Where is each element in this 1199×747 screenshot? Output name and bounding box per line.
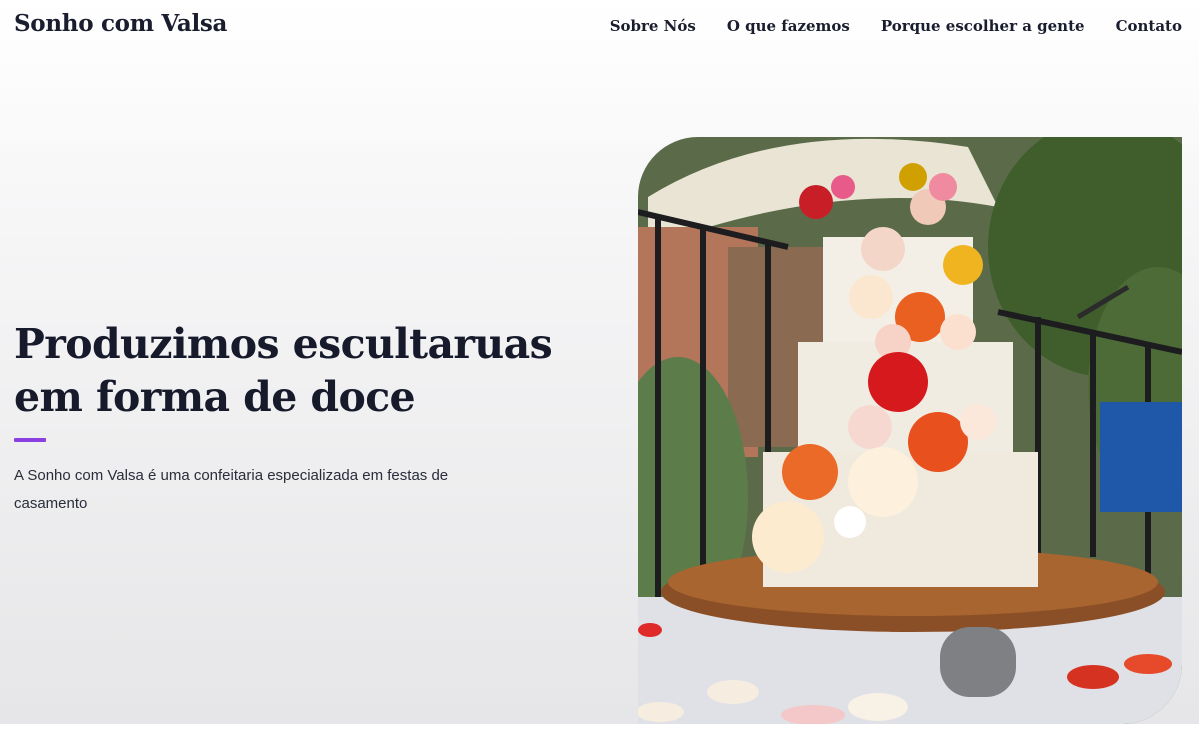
brand-logo-link[interactable]: Sonho com Valsa [14, 10, 227, 37]
hero-text-block: Produzimos escultaruas em forma de doce … [14, 318, 574, 518]
nav-link-sobre-nos[interactable]: Sobre Nós [610, 17, 696, 35]
nav-link-porque-escolher[interactable]: Porque escolher a gente [881, 17, 1085, 35]
nav-link-contato[interactable]: Contato [1116, 17, 1182, 35]
main-nav: Sobre Nós O que fazemos Porque escolher … [610, 17, 1182, 35]
hero-description: A Sonho com Valsa é uma confeitaria espe… [14, 467, 449, 512]
site-header: Sonho com Valsa Sobre Nós O que fazemos … [0, 0, 1199, 54]
hero-title: Produzimos escultaruas em forma de doce [14, 318, 574, 424]
accent-divider [14, 438, 46, 442]
nav-link-o-que-fazemos[interactable]: O que fazemos [727, 17, 850, 35]
hero-title-line-1: Produzimos escultaruas [14, 320, 553, 368]
page: Sonho com Valsa Sobre Nós O que fazemos … [0, 0, 1199, 747]
hero-title-line-2: em forma de doce [14, 373, 416, 421]
hero-cake-image [638, 137, 1182, 724]
